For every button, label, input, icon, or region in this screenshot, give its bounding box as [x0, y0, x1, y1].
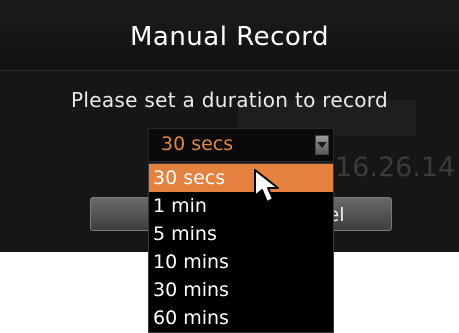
- duration-option[interactable]: 60 mins: [149, 304, 333, 332]
- chevron-down-icon[interactable]: [315, 135, 329, 155]
- background-timestamp: 16.26.14: [335, 152, 456, 183]
- duration-select[interactable]: 30 secs: [148, 128, 334, 162]
- dialog-prompt: Please set a duration to record: [71, 88, 388, 112]
- duration-option[interactable]: 10 mins: [149, 248, 333, 276]
- duration-option[interactable]: 1 min: [149, 192, 333, 220]
- dialog-titlebar: Manual Record: [0, 0, 459, 71]
- duration-options-list: 30 secs 1 min 5 mins 10 mins 30 mins 60 …: [148, 163, 334, 333]
- duration-select-value: 30 secs: [161, 133, 234, 155]
- stage: Manual Record Please set a duration to r…: [0, 0, 459, 333]
- dialog-title: Manual Record: [129, 22, 330, 52]
- duration-option[interactable]: 5 mins: [149, 220, 333, 248]
- duration-option[interactable]: 30 mins: [149, 276, 333, 304]
- duration-option[interactable]: 30 secs: [149, 164, 333, 192]
